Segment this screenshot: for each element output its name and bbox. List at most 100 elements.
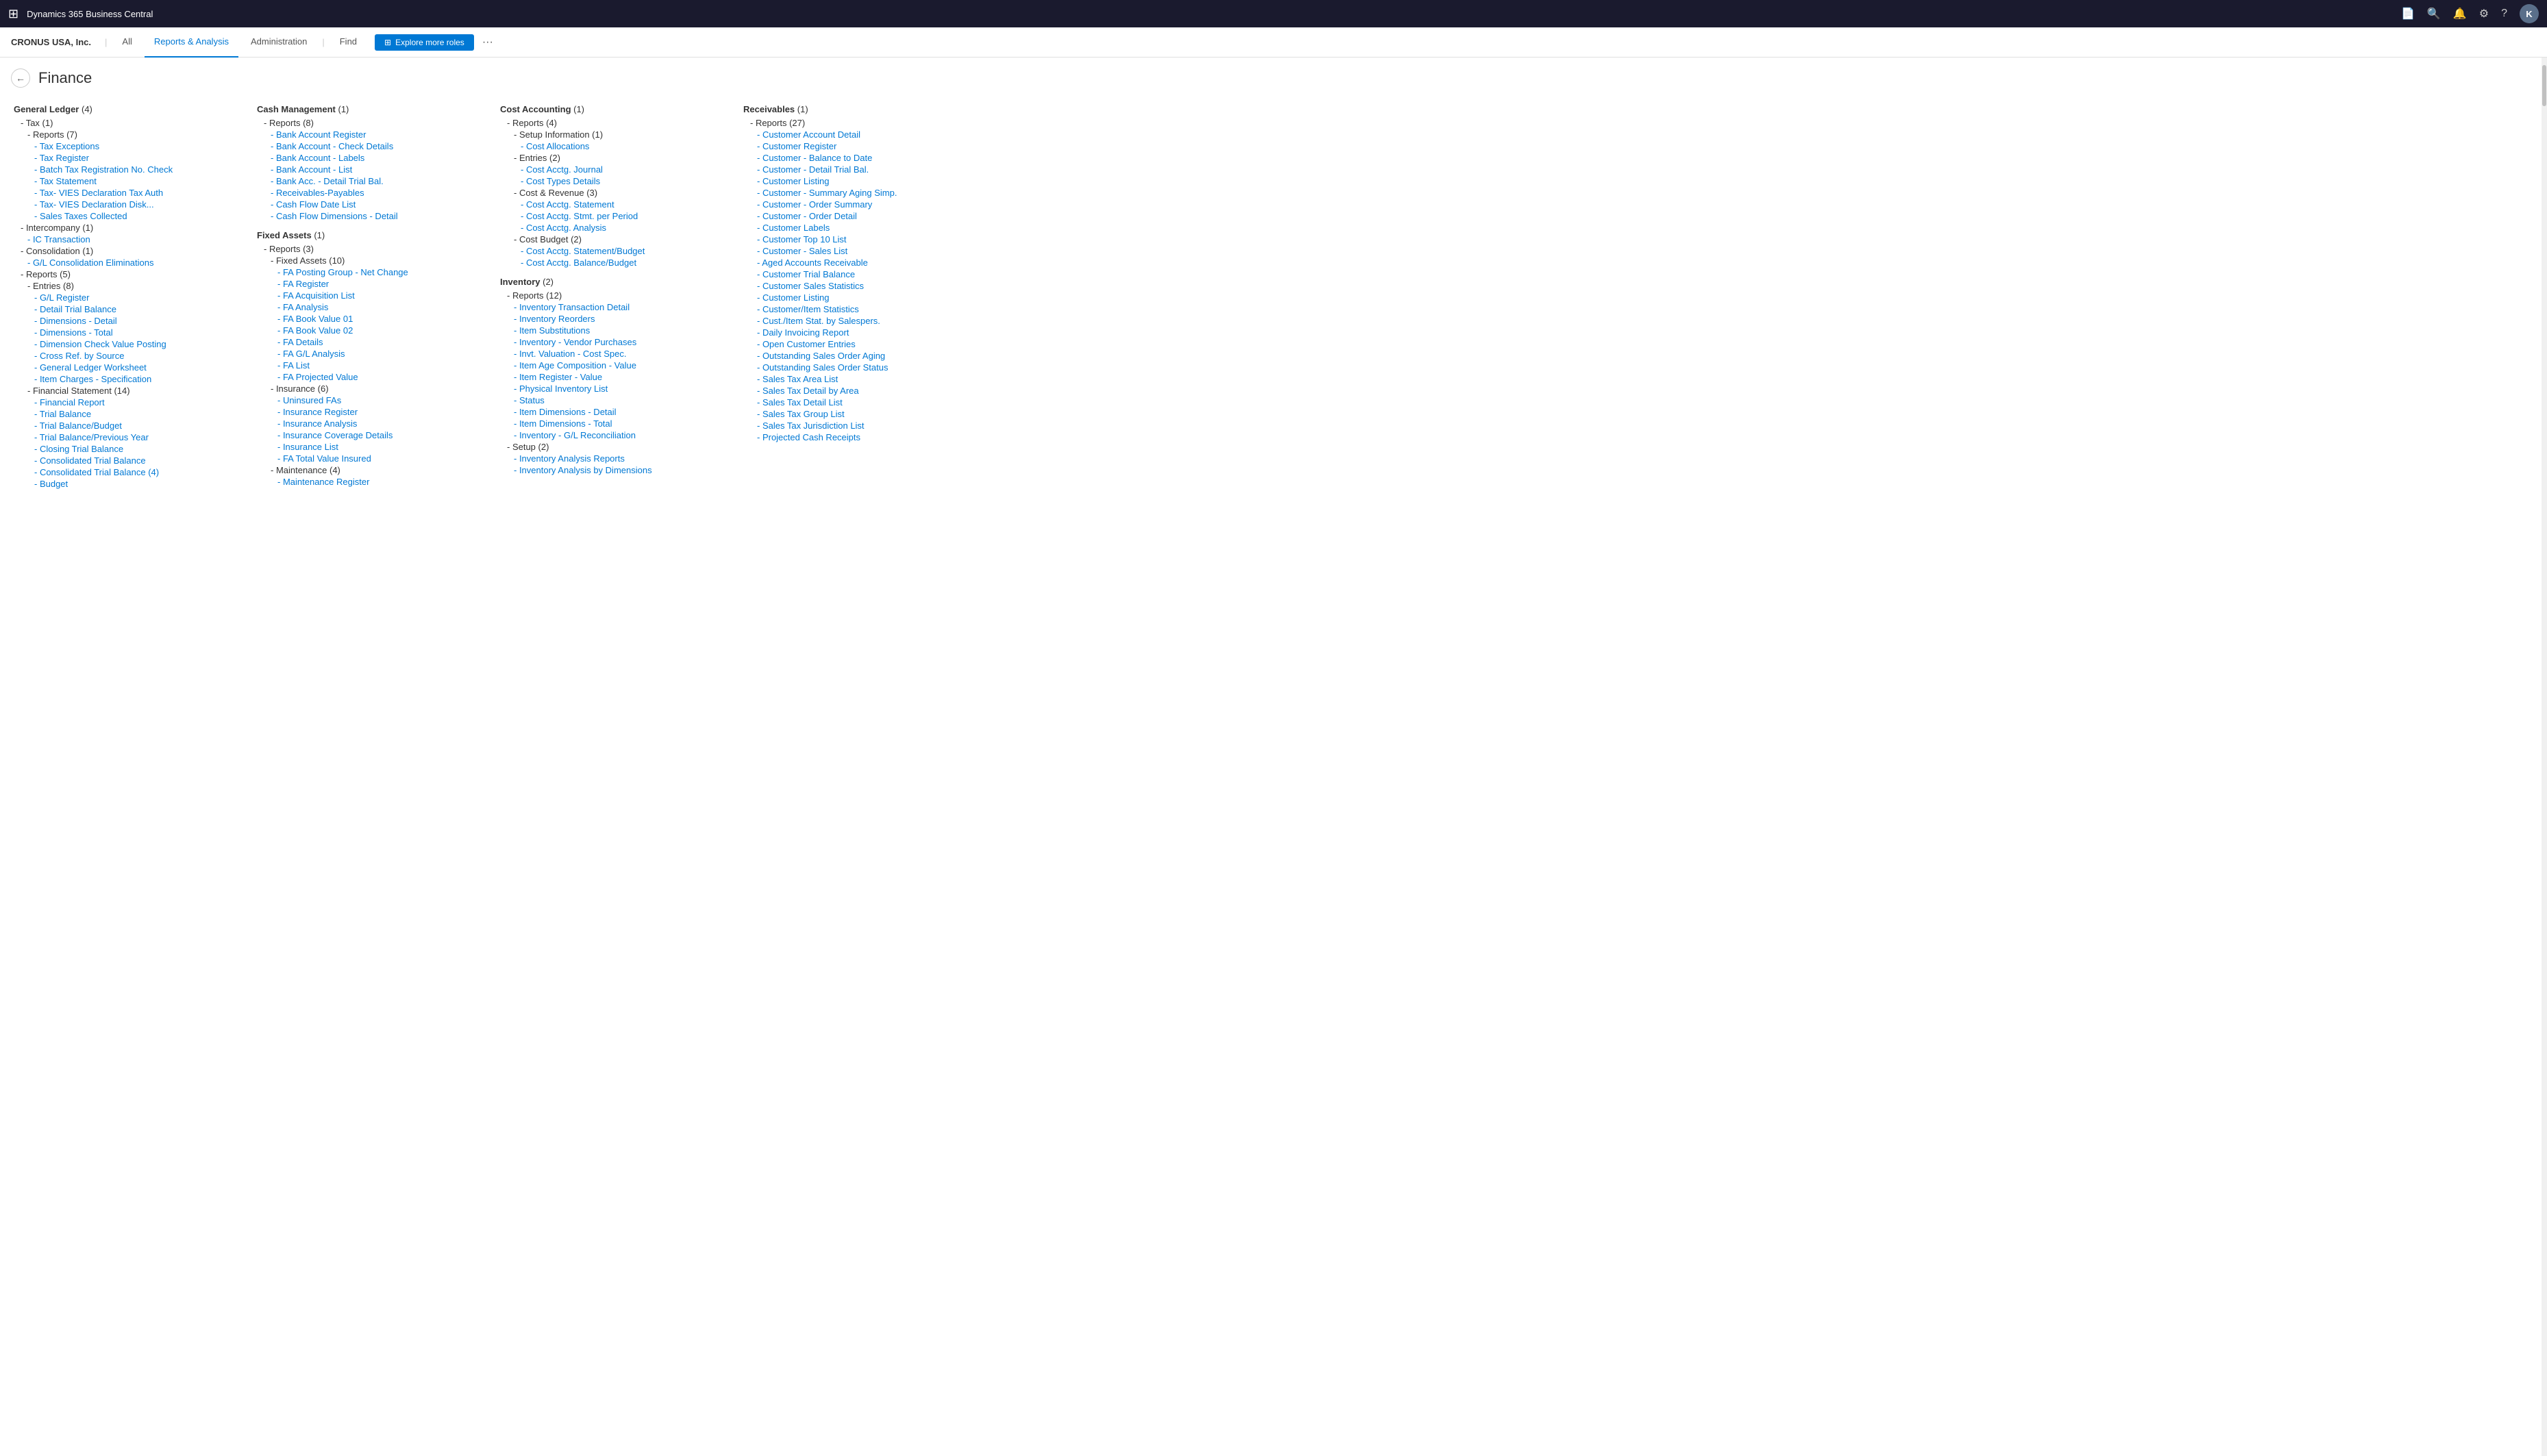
list-item[interactable]: - Uninsured FAs — [257, 394, 486, 406]
avatar[interactable]: K — [2520, 4, 2539, 23]
list-item[interactable]: - Trial Balance — [14, 408, 243, 420]
list-item[interactable]: - Cost Acctg. Statement — [500, 199, 730, 210]
list-item[interactable]: - Customer/Item Statistics — [743, 303, 973, 315]
list-item[interactable]: - Sales Tax Detail by Area — [743, 385, 973, 397]
list-item[interactable]: - Cost Types Details — [500, 175, 730, 187]
list-item[interactable]: - Bank Account Register — [257, 129, 486, 140]
list-item[interactable]: - Batch Tax Registration No. Check — [14, 164, 243, 175]
list-item[interactable]: - Insurance Register — [257, 406, 486, 418]
list-item[interactable]: - Daily Invoicing Report — [743, 327, 973, 338]
back-button[interactable]: ← — [11, 68, 30, 88]
list-item[interactable]: - G/L Register — [14, 292, 243, 303]
tab-administration[interactable]: Administration — [241, 27, 316, 58]
list-item[interactable]: - Outstanding Sales Order Status — [743, 362, 973, 373]
list-item[interactable]: - Item Age Composition - Value — [500, 360, 730, 371]
bell-icon[interactable]: 🔔 — [2453, 7, 2467, 21]
list-item[interactable]: - Inventory Analysis Reports — [500, 453, 730, 464]
list-item[interactable]: - Insurance List — [257, 441, 486, 453]
list-item[interactable]: - Item Dimensions - Total — [500, 418, 730, 429]
list-item[interactable]: - Cost Allocations — [500, 140, 730, 152]
list-item[interactable]: - Inventory Transaction Detail — [500, 301, 730, 313]
list-item[interactable]: - Inventory - Vendor Purchases — [500, 336, 730, 348]
list-item[interactable]: - Cust./Item Stat. by Salespers. — [743, 315, 973, 327]
settings-icon[interactable]: ⚙ — [2479, 7, 2489, 21]
search-icon[interactable]: 🔍 — [2427, 7, 2441, 21]
tab-find[interactable]: Find — [330, 27, 366, 58]
list-item[interactable]: - Customer Register — [743, 140, 973, 152]
list-item[interactable]: - General Ledger Worksheet — [14, 362, 243, 373]
list-item[interactable]: - Detail Trial Balance — [14, 303, 243, 315]
list-item[interactable]: - Cross Ref. by Source — [14, 350, 243, 362]
list-item[interactable]: - Cash Flow Dimensions - Detail — [257, 210, 486, 222]
list-item[interactable]: - Item Dimensions - Detail — [500, 406, 730, 418]
list-item[interactable]: - Tax Exceptions — [14, 140, 243, 152]
list-item[interactable]: - Cost Acctg. Analysis — [500, 222, 730, 234]
list-item[interactable]: - FA Total Value Insured — [257, 453, 486, 464]
list-item[interactable]: - Tax Register — [14, 152, 243, 164]
help-icon[interactable]: ? — [2501, 8, 2507, 20]
list-item[interactable]: - Tax Statement — [14, 175, 243, 187]
list-item[interactable]: - Status — [500, 394, 730, 406]
list-item[interactable]: - FA Details — [257, 336, 486, 348]
list-item[interactable]: - Customer Listing — [743, 292, 973, 303]
list-item[interactable]: - Customer Labels — [743, 222, 973, 234]
list-item[interactable]: - FA Projected Value — [257, 371, 486, 383]
list-item[interactable]: - Outstanding Sales Order Aging — [743, 350, 973, 362]
list-item[interactable]: - FA G/L Analysis — [257, 348, 486, 360]
list-item[interactable]: - Customer - Order Detail — [743, 210, 973, 222]
list-item[interactable]: - Sales Tax Detail List — [743, 397, 973, 408]
list-item[interactable]: - Sales Tax Group List — [743, 408, 973, 420]
list-item[interactable]: - Open Customer Entries — [743, 338, 973, 350]
list-item[interactable]: - Customer - Summary Aging Simp. — [743, 187, 973, 199]
list-item[interactable]: - Item Substitutions — [500, 325, 730, 336]
list-item[interactable]: - Inventory Analysis by Dimensions — [500, 464, 730, 476]
more-button[interactable]: ··· — [477, 36, 499, 49]
list-item[interactable]: - Item Register - Value — [500, 371, 730, 383]
list-item[interactable]: - Cost Acctg. Statement/Budget — [500, 245, 730, 257]
list-item[interactable]: - Cost Acctg. Balance/Budget — [500, 257, 730, 268]
list-item[interactable]: - Customer Sales Statistics — [743, 280, 973, 292]
list-item[interactable]: - FA List — [257, 360, 486, 371]
list-item[interactable]: - Physical Inventory List — [500, 383, 730, 394]
list-item[interactable]: - FA Book Value 02 — [257, 325, 486, 336]
list-item[interactable]: - Customer - Balance to Date — [743, 152, 973, 164]
list-item[interactable]: - Bank Account - Check Details — [257, 140, 486, 152]
list-item[interactable]: - Item Charges - Specification — [14, 373, 243, 385]
explore-roles-button[interactable]: ⊞ Explore more roles — [375, 34, 474, 51]
list-item[interactable]: - Sales Tax Area List — [743, 373, 973, 385]
list-item[interactable]: - Cash Flow Date List — [257, 199, 486, 210]
list-item[interactable]: - Closing Trial Balance — [14, 443, 243, 455]
list-item[interactable]: - Bank Account - Labels — [257, 152, 486, 164]
list-item[interactable]: - Bank Acc. - Detail Trial Bal. — [257, 175, 486, 187]
list-item[interactable]: - Dimensions - Detail — [14, 315, 243, 327]
list-item[interactable]: - Sales Tax Jurisdiction List — [743, 420, 973, 431]
list-item[interactable]: - Aged Accounts Receivable — [743, 257, 973, 268]
list-item[interactable]: - Customer - Detail Trial Bal. — [743, 164, 973, 175]
list-item[interactable]: - Customer Top 10 List — [743, 234, 973, 245]
list-item[interactable]: - Dimensions - Total — [14, 327, 243, 338]
list-item[interactable]: - FA Register — [257, 278, 486, 290]
list-item[interactable]: - Inventory - G/L Reconciliation — [500, 429, 730, 441]
list-item[interactable]: - Trial Balance/Budget — [14, 420, 243, 431]
list-item[interactable]: - Customer Listing — [743, 175, 973, 187]
tab-reports-analysis[interactable]: Reports & Analysis — [145, 27, 238, 58]
list-item[interactable]: - Maintenance Register — [257, 476, 486, 488]
list-item[interactable]: - Cost Acctg. Journal — [500, 164, 730, 175]
list-item[interactable]: - G/L Consolidation Eliminations — [14, 257, 243, 268]
document-icon[interactable]: 📄 — [2401, 7, 2415, 21]
list-item[interactable]: - Customer Trial Balance — [743, 268, 973, 280]
list-item[interactable]: - Dimension Check Value Posting — [14, 338, 243, 350]
list-item[interactable]: - Consolidated Trial Balance (4) — [14, 466, 243, 478]
list-item[interactable]: - Financial Report — [14, 397, 243, 408]
list-item[interactable]: - Bank Account - List — [257, 164, 486, 175]
list-item[interactable]: - FA Analysis — [257, 301, 486, 313]
list-item[interactable]: - Customer Account Detail — [743, 129, 973, 140]
list-item[interactable]: - Cost Acctg. Stmt. per Period — [500, 210, 730, 222]
list-item[interactable]: - FA Posting Group - Net Change — [257, 266, 486, 278]
list-item[interactable]: - Trial Balance/Previous Year — [14, 431, 243, 443]
list-item[interactable]: - Inventory Reorders — [500, 313, 730, 325]
tab-all[interactable]: All — [112, 27, 141, 58]
list-item[interactable]: - IC Transaction — [14, 234, 243, 245]
list-item[interactable]: - Insurance Analysis — [257, 418, 486, 429]
list-item[interactable]: - Tax- VIES Declaration Disk... — [14, 199, 243, 210]
